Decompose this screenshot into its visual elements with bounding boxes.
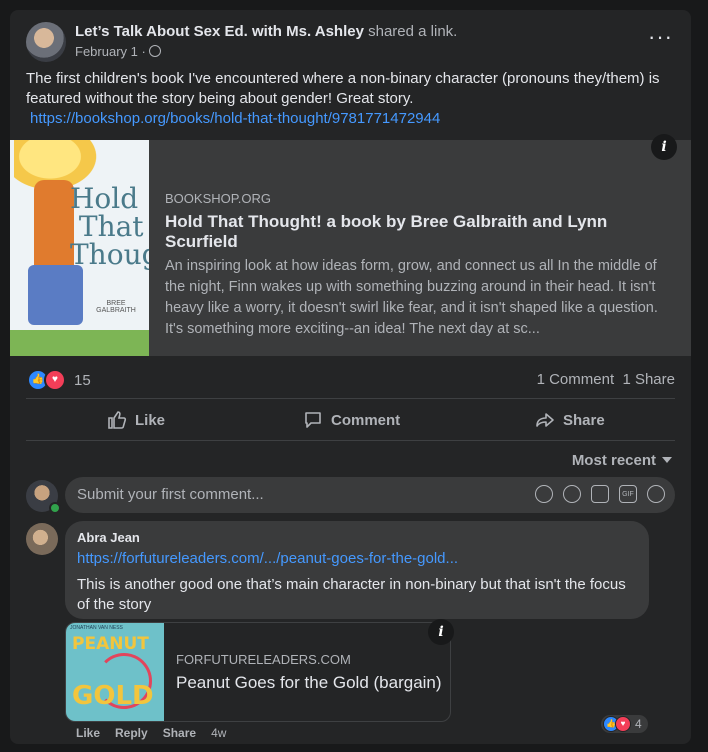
post-body: The first children's book I've encounter… xyxy=(26,70,660,107)
info-icon[interactable]: i xyxy=(651,134,677,160)
cover-author: JONATHAN VAN NESS xyxy=(70,625,123,631)
comment-reaction-count: 4 xyxy=(635,717,642,731)
cover-title-top: PEANUT xyxy=(72,634,149,654)
share-button[interactable]: Share xyxy=(535,410,605,430)
globe-icon xyxy=(148,45,161,57)
comment-placeholder: Submit your first comment... xyxy=(77,486,264,503)
thumbs-up-icon xyxy=(108,411,127,429)
composer-tools: GIF xyxy=(535,485,665,503)
post-action-text: shared a link. xyxy=(368,23,458,40)
comment-reactions[interactable]: 👍 ♥ 4 xyxy=(601,715,648,733)
post-date[interactable]: February 1 xyxy=(75,44,138,59)
love-reaction-icon: ♥ xyxy=(615,716,631,732)
page-avatar[interactable] xyxy=(26,22,66,62)
post-header: Let’s Talk About Sex Ed. with Ms. Ashley… xyxy=(75,23,457,40)
comment-text: This is another good one that’s main cha… xyxy=(77,576,626,613)
preview-info: BOOKSHOP.ORG Hold That Thought! a book b… xyxy=(165,191,675,340)
meta-separator: · xyxy=(141,44,146,59)
cover-character xyxy=(34,180,74,270)
post-link[interactable]: https://bookshop.org/books/hold-that-tho… xyxy=(30,110,440,127)
comment-preview-info: FORFUTURELEADERS.COM Peanut Goes for the… xyxy=(176,652,442,693)
comment-share-button[interactable]: Share xyxy=(163,726,196,740)
preview-description: An inspiring look at how ideas form, gro… xyxy=(165,258,658,337)
comment-like-button[interactable]: Like xyxy=(76,726,100,740)
sort-dropdown[interactable]: Most recent xyxy=(572,452,672,469)
camera-icon[interactable] xyxy=(591,485,609,503)
comment-timestamp[interactable]: 4w xyxy=(211,726,226,740)
cover-character-legs xyxy=(28,265,83,325)
post-text: The first children's book I've encounter… xyxy=(26,69,676,129)
comment-icon xyxy=(305,412,321,428)
cover-author: BREE GALBRAITH xyxy=(96,300,136,314)
reaction-summary[interactable]: 👍 ♥ 15 xyxy=(27,369,91,391)
comment-count[interactable]: 1 Comment xyxy=(537,371,615,388)
commenter-name[interactable]: Abra Jean xyxy=(77,530,140,545)
sticker-icon[interactable] xyxy=(647,485,665,503)
more-options-icon[interactable]: ··· xyxy=(648,26,673,48)
like-label: Like xyxy=(135,411,166,429)
reaction-count: 15 xyxy=(74,371,91,389)
share-icon xyxy=(536,413,554,427)
comment-link-preview[interactable]: JONATHAN VAN NESS PEANUT GOLD FORFUTUREL… xyxy=(65,622,451,722)
info-icon[interactable]: i xyxy=(428,619,454,645)
commenter-avatar[interactable] xyxy=(26,523,58,555)
book-cover-image: Hold ThatThough BREE GALBRAITH xyxy=(10,140,149,356)
divider xyxy=(26,440,675,441)
comment-bubble: Abra Jean https://forfutureleaders.com/.… xyxy=(65,521,649,619)
emoji-icon[interactable] xyxy=(563,485,581,503)
page-name[interactable]: Let’s Talk About Sex Ed. with Ms. Ashley xyxy=(75,23,364,40)
caret-down-icon xyxy=(662,457,672,463)
post-card: Let’s Talk About Sex Ed. with Ms. Ashley… xyxy=(10,10,691,744)
preview-title[interactable]: Hold That Thought! a book by Bree Galbra… xyxy=(165,212,675,252)
cover-grass xyxy=(10,330,149,356)
online-status-icon xyxy=(49,502,61,514)
gif-icon[interactable]: GIF xyxy=(619,485,637,503)
preview-domain: BOOKSHOP.ORG xyxy=(165,191,271,206)
comment-preview-title[interactable]: Peanut Goes for the Gold (bargain) xyxy=(176,673,442,693)
comment-preview-domain: FORFUTURELEADERS.COM xyxy=(176,652,351,667)
comment-label: Comment xyxy=(331,411,401,429)
cover-title: Hold ThatThough xyxy=(70,182,149,271)
comment-input[interactable]: Submit your first comment... GIF xyxy=(65,477,675,513)
share-count[interactable]: 1 Share xyxy=(622,371,675,388)
comment-link[interactable]: https://forfutureleaders.com/.../peanut-… xyxy=(77,550,458,567)
peanut-cover-image: JONATHAN VAN NESS PEANUT GOLD xyxy=(66,623,164,721)
like-button[interactable]: Like xyxy=(107,410,165,430)
avatar-sticker-icon[interactable] xyxy=(535,485,553,503)
cover-title-bottom: GOLD xyxy=(72,681,154,711)
divider xyxy=(26,398,675,399)
comment-reply-button[interactable]: Reply xyxy=(115,726,148,740)
comment-actions: Like Reply Share 4w xyxy=(76,726,226,740)
post-meta: February 1 · xyxy=(75,44,161,59)
share-label: Share xyxy=(563,411,605,429)
comment-button[interactable]: Comment xyxy=(303,410,400,430)
sort-label: Most recent xyxy=(571,452,656,469)
engagement-counts: 1 Comment 1 Share xyxy=(537,371,675,388)
link-preview[interactable]: Hold ThatThough BREE GALBRAITH i BOOKSHO… xyxy=(10,134,691,356)
love-reaction-icon: ♥ xyxy=(44,369,66,391)
